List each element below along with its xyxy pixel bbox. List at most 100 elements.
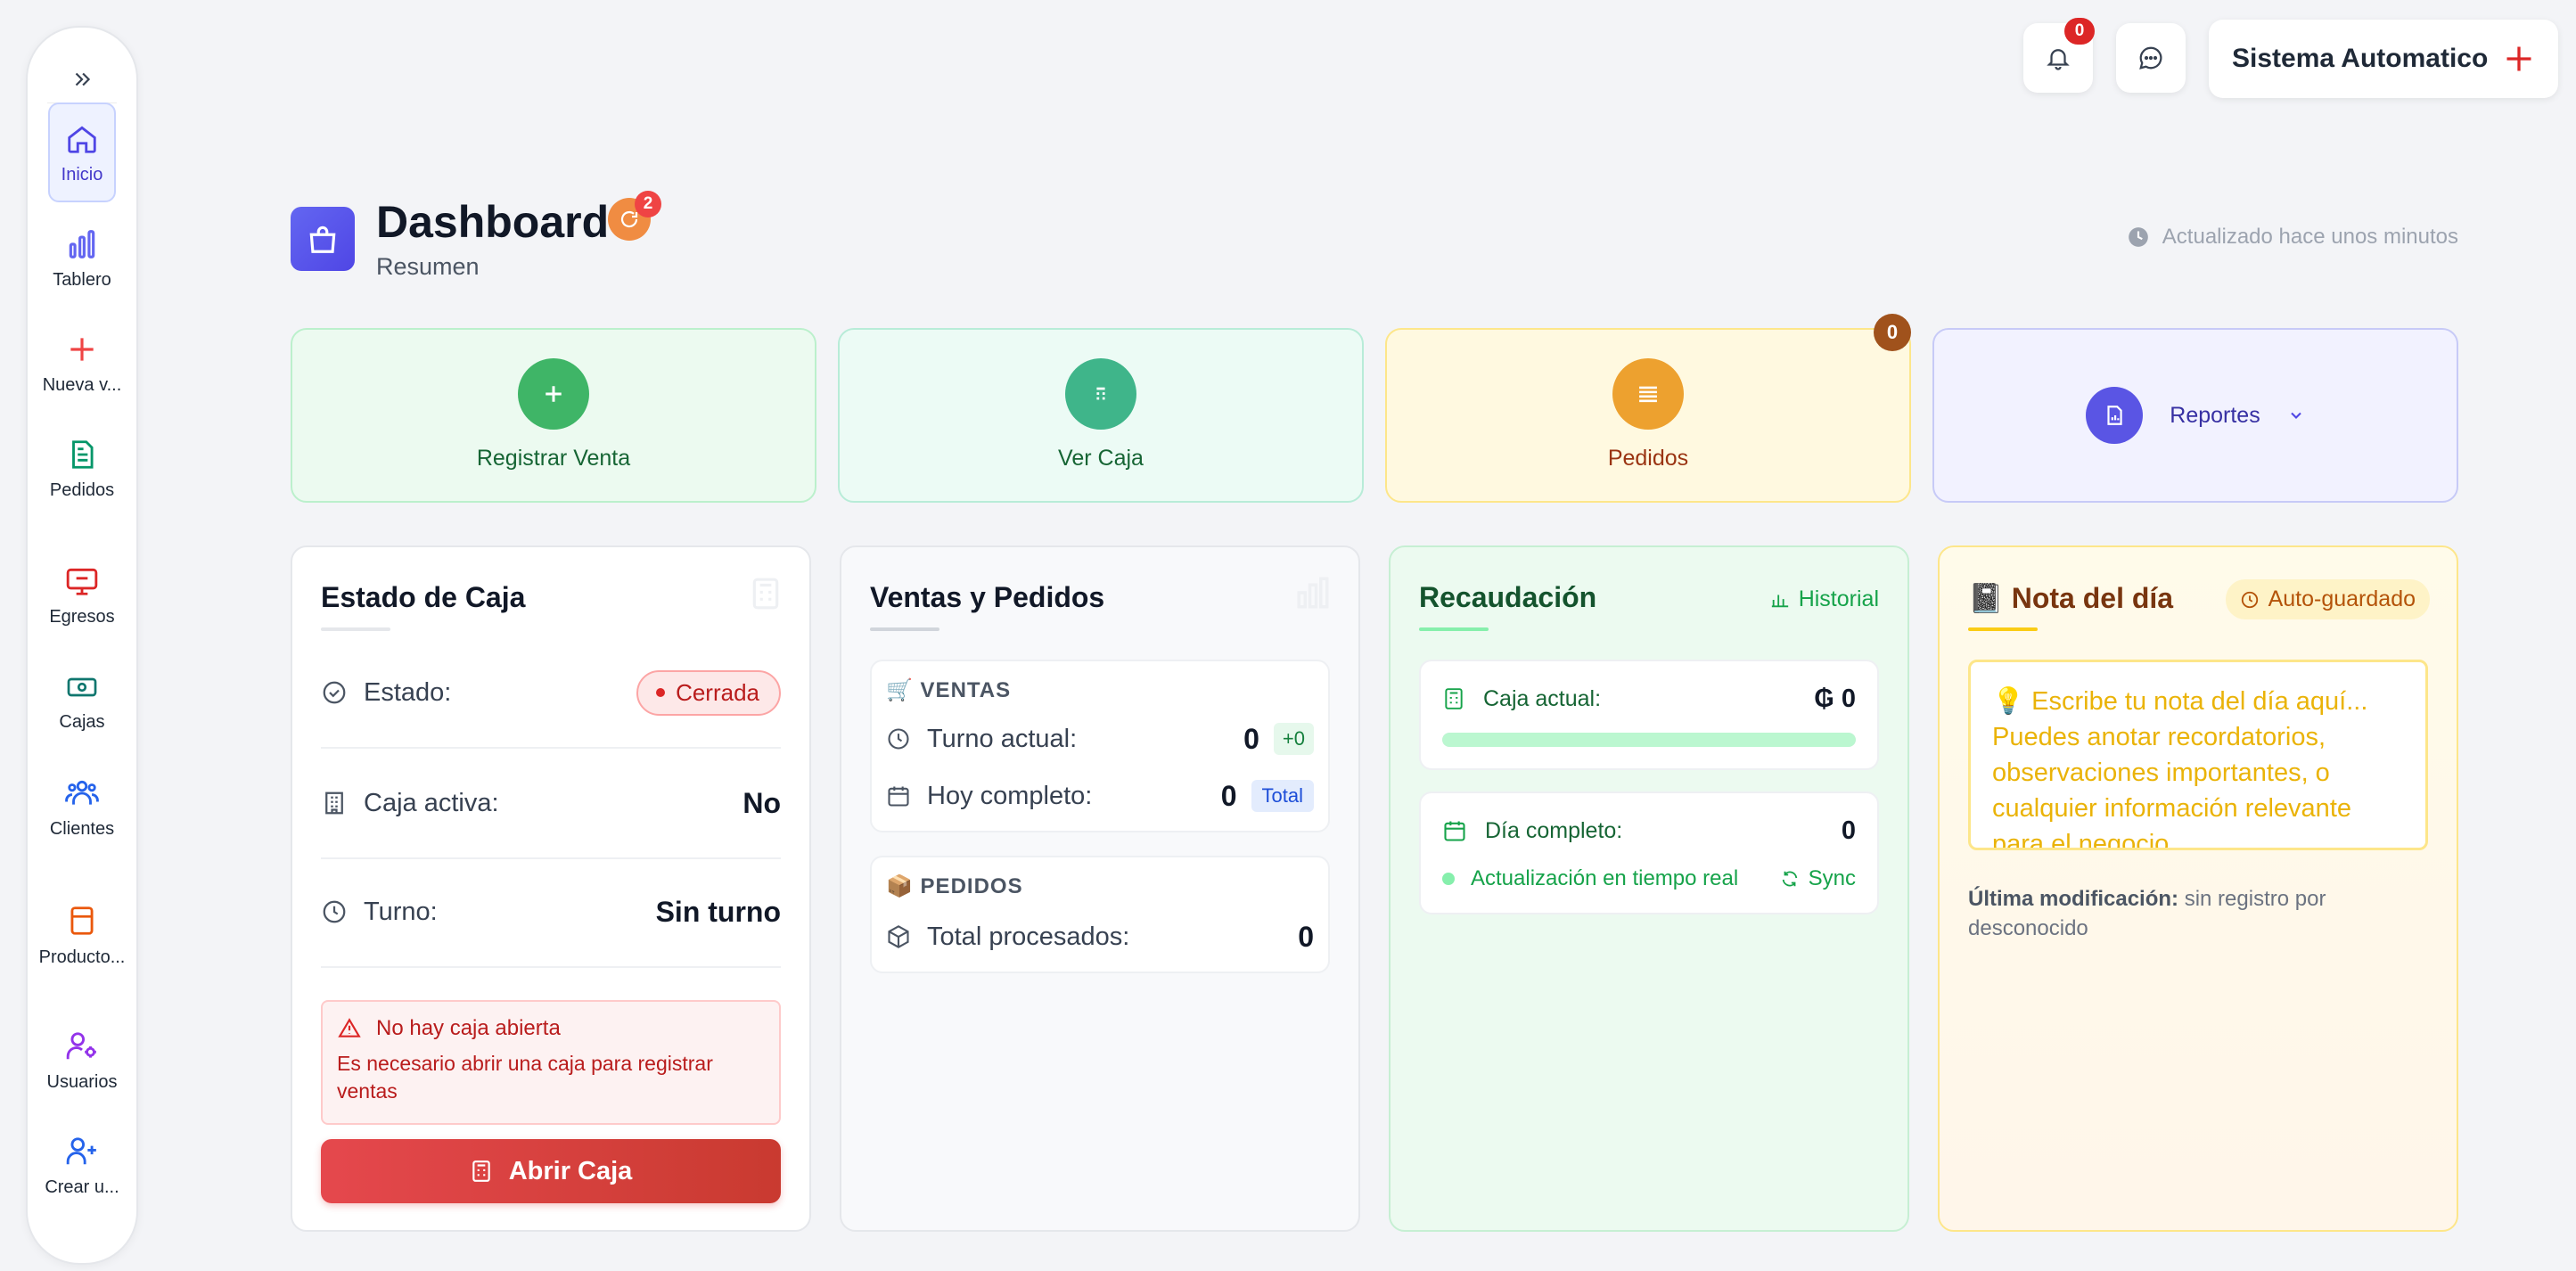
calculator-icon — [752, 578, 779, 610]
caja-progress-fill — [1442, 733, 1856, 747]
bar-chart-icon — [69, 230, 95, 258]
card-title: Estado de Caja — [321, 581, 526, 613]
divider — [321, 966, 781, 968]
turno-row: Turno: Sin turno — [321, 890, 781, 934]
refresh-badge[interactable]: 2 — [608, 191, 661, 241]
autosave-badge: Auto-guardado — [2225, 579, 2430, 619]
package-icon — [888, 925, 909, 948]
sync-icon — [1782, 871, 1797, 887]
sidebar: Inicio Tablero Nueva v... Pedidos Egreso… — [26, 26, 138, 1265]
calculator-icon — [1445, 688, 1463, 709]
plus-icon — [518, 358, 589, 430]
calendar-icon — [888, 786, 909, 807]
sidebar-item-clientes[interactable]: Clientes — [28, 776, 136, 865]
status-badge: Cerrada — [636, 669, 781, 716]
chevron-down-icon — [2290, 412, 2301, 419]
sidebar-item-label: Nueva v... — [42, 375, 122, 395]
last-updated-text: Actualizado hace unos minutos — [2162, 225, 2458, 249]
daily-note-card: 📓 Nota del día Auto-guardado Última modi… — [1938, 545, 2458, 1232]
sidebar-item-label: Producto... — [38, 947, 126, 967]
sidebar-item-label: Inicio — [61, 165, 103, 184]
box-icon — [70, 906, 94, 935]
note-textarea[interactable] — [1968, 660, 2428, 850]
turno-actual-label: Turno actual: — [927, 724, 1078, 753]
register-sale-card[interactable]: Registrar Venta — [291, 328, 816, 503]
sidebar-toggle[interactable] — [28, 62, 136, 97]
bar-chart-icon — [1297, 577, 1329, 609]
divider — [321, 747, 781, 749]
realtime-text: Actualización en tiempo real — [1471, 866, 1739, 890]
notifications-badge: 0 — [2064, 18, 2095, 45]
hoy-row: Hoy completo: 0 Total — [886, 775, 1314, 816]
last-modified-label: Última modificación: — [1968, 887, 2179, 911]
sidebar-item-cajas[interactable]: Cajas — [28, 671, 136, 760]
total-procesados-row: Total procesados: 0 — [886, 916, 1314, 957]
plus-icon — [70, 338, 94, 361]
sidebar-item-productos[interactable]: Producto... — [28, 903, 136, 992]
orders-label: Pedidos — [1607, 446, 1689, 471]
clock-icon — [888, 728, 909, 750]
hoy-value: 0 — [1220, 779, 1237, 812]
sidebar-item-tablero[interactable]: Tablero — [28, 227, 136, 316]
sidebar-item-label: Usuarios — [46, 1072, 118, 1092]
document-icon — [72, 440, 94, 469]
caja-actual-label: Caja actual: — [1483, 685, 1602, 711]
caja-activa-row: Caja activa: No — [321, 781, 781, 825]
dia-completo-label: Día completo: — [1485, 817, 1623, 843]
caja-activa-label: Caja activa: — [364, 788, 499, 817]
cash-status-card: Estado de Caja Estado: Cerrada Caja acti… — [291, 545, 811, 1232]
historial-link[interactable]: Historial — [1770, 586, 1879, 612]
register-sale-label: Registrar Venta — [476, 446, 631, 471]
reports-label: Reportes — [2170, 402, 2260, 428]
turno-actual-row: Turno actual: 0 +0 — [886, 718, 1314, 759]
warning-icon — [338, 1018, 361, 1037]
calculator-icon — [1065, 358, 1136, 430]
total-tag: Total — [1251, 780, 1314, 812]
sidebar-item-usuarios[interactable]: Usuarios — [28, 1029, 136, 1119]
bar-chart-icon — [1771, 594, 1788, 607]
open-cash-label: Abrir Caja — [508, 1156, 633, 1185]
sidebar-item-nueva-venta[interactable]: Nueva v... — [28, 332, 136, 422]
refresh-count-badge: 2 — [635, 191, 661, 217]
page-title: Dashboard — [376, 197, 610, 247]
ventas-section: 🛒 VENTAS Turno actual: 0 +0 Hoy completo… — [870, 660, 1330, 832]
alert-text: Es necesario abrir una caja para registr… — [337, 1052, 713, 1103]
messages-button[interactable] — [2116, 23, 2186, 93]
title-underline — [870, 627, 939, 631]
sync-button[interactable]: Sync — [1780, 866, 1856, 891]
sidebar-item-inicio[interactable]: Inicio — [48, 102, 116, 202]
user-cog-icon — [66, 1032, 96, 1060]
notifications-button[interactable]: 0 — [2023, 18, 2095, 93]
building-icon — [325, 791, 343, 815]
user-name: Sistema Automatico — [2232, 44, 2489, 73]
sync-label: Sync — [1808, 866, 1856, 890]
total-procesados-value: 0 — [1298, 920, 1314, 953]
orders-card[interactable]: Pedidos 0 — [1385, 314, 1911, 503]
sidebar-item-label: Clientes — [49, 819, 115, 839]
card-title: 📓 Nota del día — [1968, 582, 2174, 614]
historial-label: Historial — [1798, 586, 1879, 611]
open-cash-button[interactable]: Abrir Caja — [321, 1139, 781, 1203]
hoy-label: Hoy completo: — [927, 781, 1093, 810]
caja-activa-value: No — [742, 786, 781, 819]
reports-card[interactable]: Reportes — [1932, 328, 2458, 503]
user-menu-button[interactable]: Sistema Automatico — [2209, 20, 2558, 98]
caja-actual-section: Caja actual: ₲ 0 — [1419, 660, 1879, 770]
estado-label: Estado: — [364, 677, 452, 707]
home-icon — [68, 126, 96, 153]
cash-icon — [67, 677, 97, 697]
pedidos-section: 📦 PEDIDOS Total procesados: 0 — [870, 856, 1330, 973]
sidebar-item-pedidos[interactable]: Pedidos — [28, 438, 136, 527]
status-badge-text: Cerrada — [676, 678, 759, 706]
sidebar-item-label: Pedidos — [49, 480, 115, 500]
sidebar-item-crear-usuario[interactable]: Crear u... — [28, 1135, 136, 1224]
total-procesados-label: Total procesados: — [927, 922, 1130, 951]
dia-completo-value: 0 — [1841, 816, 1856, 845]
chevrons-right-icon — [75, 72, 91, 86]
sidebar-item-egresos[interactable]: Egresos — [28, 564, 136, 653]
view-cash-card[interactable]: Ver Caja — [838, 328, 1364, 503]
calculator-icon — [472, 1160, 490, 1182]
sidebar-item-label: Egresos — [49, 607, 115, 627]
sales-orders-card: Ventas y Pedidos 🛒 VENTAS Turno actual: … — [840, 545, 1360, 1232]
users-icon — [65, 780, 99, 805]
